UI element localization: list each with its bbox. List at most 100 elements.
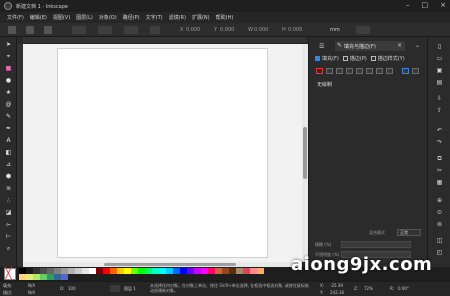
palette-swatch[interactable] (250, 268, 257, 274)
palette-swatch[interactable] (19, 274, 26, 280)
palette-swatch[interactable] (201, 268, 208, 274)
clone-icon[interactable]: ◰ (436, 249, 443, 256)
blend-mode-dropdown[interactable]: 正常 (397, 229, 421, 236)
palette-swatch[interactable] (54, 274, 61, 280)
flip-dropdown[interactable] (98, 26, 112, 34)
menu-path[interactable]: 路径(P) (123, 14, 140, 21)
import-icon[interactable]: ⇩ (436, 95, 443, 102)
menu-text[interactable]: 文字(T) (146, 14, 163, 21)
fill-indicator-value[interactable]: N/A (28, 283, 35, 288)
palette-swatch[interactable] (180, 268, 187, 274)
zoom-page-icon[interactable]: ⊚ (436, 221, 443, 228)
palette-swatch[interactable] (103, 268, 110, 274)
zoom-selection-icon[interactable]: ⊕ (436, 197, 443, 204)
select-all-icon[interactable] (8, 26, 16, 34)
palette-swatch[interactable] (117, 268, 124, 274)
save-icon[interactable]: ▣ (436, 67, 443, 74)
rectangle-tool-icon[interactable]: ■ (5, 65, 12, 72)
copy-icon[interactable]: ⧉ (436, 155, 443, 162)
stroke-indicator-value[interactable]: N/A (28, 290, 35, 295)
rotate-dropdown[interactable] (72, 26, 86, 34)
palette-swatch[interactable] (243, 268, 250, 274)
document-page[interactable] (57, 48, 268, 258)
export-icon[interactable]: ⇧ (436, 107, 443, 114)
tweak-tool-icon[interactable]: ≋ (5, 185, 12, 192)
opacity-value[interactable]: 100 (68, 286, 76, 291)
radial-gradient-icon[interactable] (346, 68, 353, 74)
circle-tool-icon[interactable]: ● (5, 77, 12, 84)
palette-swatch[interactable] (194, 268, 201, 274)
print-icon[interactable]: ▤ (436, 79, 443, 86)
maximize-icon[interactable]: □ (422, 1, 429, 9)
rotate-field[interactable]: 0.00° (398, 286, 409, 291)
minimize-icon[interactable]: – (406, 1, 410, 9)
selector-tool-icon[interactable]: ➤ (5, 41, 12, 48)
zoom-field[interactable]: 72% (364, 286, 373, 291)
x-field[interactable]: 0.000 (186, 27, 200, 33)
swatch-icon[interactable] (376, 68, 383, 74)
palette-swatch[interactable] (138, 268, 145, 274)
star-tool-icon[interactable]: ★ (5, 89, 12, 96)
fill-rule-nonzero-icon[interactable] (412, 68, 419, 74)
palette-swatch[interactable] (75, 268, 82, 274)
layer-visibility-icon[interactable] (110, 285, 120, 292)
vertical-scroll-thumb[interactable] (303, 127, 307, 179)
palette-swatch[interactable] (82, 268, 89, 274)
connector-tool-icon[interactable]: ⟜ (5, 221, 12, 228)
menu-object[interactable]: 对象(O) (99, 14, 117, 21)
layer-dropdown[interactable]: 图层 1 (124, 286, 136, 292)
horizontal-scroll-thumb[interactable] (104, 263, 236, 266)
palette-swatch[interactable] (40, 274, 47, 280)
palette-swatch[interactable] (96, 268, 103, 274)
dropper-tool-icon[interactable]: ⊿ (5, 161, 12, 168)
menu-edit[interactable]: 编辑(E) (30, 14, 47, 21)
tab-fill-stroke[interactable]: ✎ 填充与描边(F) × (335, 41, 405, 51)
menu-help[interactable]: 帮助(H) (216, 14, 234, 21)
deselect-icon[interactable] (44, 26, 52, 34)
redo-icon[interactable]: ↷ (436, 139, 443, 146)
zoom-drawing-icon[interactable]: ⊙ (436, 209, 443, 216)
align-dropdown[interactable] (124, 26, 138, 34)
new-document-icon[interactable]: ▯ (436, 43, 443, 50)
y-field[interactable]: 0.000 (220, 27, 234, 33)
menu-file[interactable]: 文件(F) (7, 14, 24, 21)
palette-swatch[interactable] (215, 268, 222, 274)
open-icon[interactable]: ▭ (436, 55, 443, 62)
calligraphy-tool-icon[interactable]: ✒ (5, 125, 12, 132)
palette-swatch[interactable] (68, 268, 75, 274)
select-in-all-layers-icon[interactable] (26, 26, 34, 34)
palette-swatch[interactable] (173, 268, 180, 274)
menu-view[interactable]: 视图(V) (53, 14, 70, 21)
fill-rule-evenodd-icon[interactable] (402, 68, 409, 74)
chevron-down-icon[interactable]: ⌄ (415, 42, 420, 49)
zoom-tool-icon[interactable]: ⌕ (5, 245, 12, 252)
spiral-tool-icon[interactable]: @ (5, 101, 12, 108)
w-field[interactable]: 0.000 (254, 27, 268, 33)
palette-swatch[interactable] (222, 268, 229, 274)
eraser-tool-icon[interactable]: ◪ (5, 209, 12, 216)
palette-swatch[interactable] (257, 268, 264, 274)
no-color-swatch[interactable]: ╳ (4, 267, 16, 280)
palette-swatch[interactable] (187, 268, 194, 274)
duplicate-icon[interactable]: ◫ (436, 237, 443, 244)
palette-swatch[interactable] (124, 268, 131, 274)
flat-color-icon[interactable] (326, 68, 333, 74)
blur-slider[interactable] (341, 241, 411, 248)
subtab-stroke-style[interactable]: 描边样式(Y) (370, 55, 405, 62)
palette-swatch[interactable] (33, 274, 40, 280)
palette-swatch[interactable] (47, 274, 54, 280)
palette-swatch[interactable] (110, 268, 117, 274)
node-tool-icon[interactable]: ⌖ (5, 53, 12, 60)
measure-tool-icon[interactable]: ⊢ (5, 233, 12, 240)
gradient-tool-icon[interactable]: ◧ (5, 149, 12, 156)
paint-bucket-tool-icon[interactable]: ⬢ (5, 173, 12, 180)
paste-icon[interactable]: ▦ (436, 179, 443, 186)
palette-swatch[interactable] (236, 268, 243, 274)
cut-icon[interactable]: ✂ (436, 167, 443, 174)
palette-swatch[interactable] (89, 268, 96, 274)
panel-menu-icon[interactable]: ☰ (319, 43, 324, 50)
close-tab-icon[interactable]: × (397, 42, 402, 49)
menu-extensions[interactable]: 扩展(N) (192, 14, 210, 21)
h-field[interactable]: 0.000 (288, 27, 302, 33)
unit-dropdown[interactable]: mm (330, 27, 340, 33)
